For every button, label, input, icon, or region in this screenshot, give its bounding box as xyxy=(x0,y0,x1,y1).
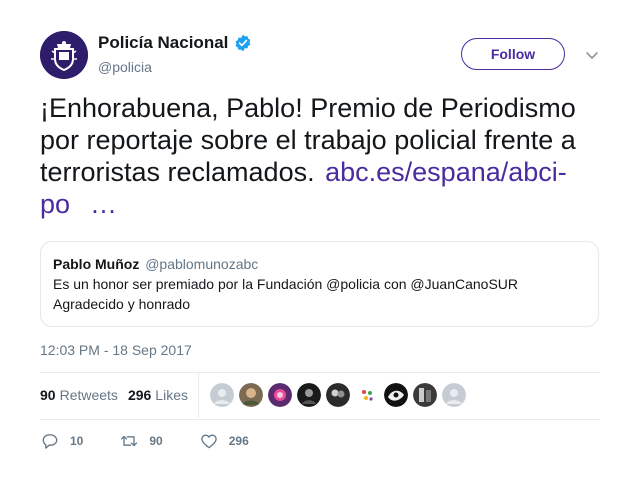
author-name-row: Policía Nacional xyxy=(98,33,252,53)
like-count: 296 xyxy=(228,434,249,448)
reply-action[interactable]: 10 xyxy=(40,431,83,451)
verified-badge-icon xyxy=(235,34,251,52)
quoted-author-name: Pablo Muñoz xyxy=(53,256,140,272)
like-action[interactable]: 296 xyxy=(199,431,249,451)
quoted-text-line: Agradecido y honrado xyxy=(53,296,190,312)
tweet-text: ¡Enhorabuena, Pablo! Premio de Periodism… xyxy=(40,92,610,220)
liker-avatar[interactable] xyxy=(413,383,437,407)
quoted-author-handle: @pablomunozabc xyxy=(145,256,259,272)
quoted-text-line: Es un honor ser premiado por la Fundació… xyxy=(53,276,519,292)
reply-count: 10 xyxy=(70,434,84,448)
liker-avatar[interactable] xyxy=(355,383,379,407)
liker-avatar[interactable] xyxy=(297,383,321,407)
retweet-count: 90 xyxy=(149,434,163,448)
likes-label[interactable]: Likes xyxy=(155,387,188,403)
quoted-tweet-header: Pablo Muñoz @pablomunozabc xyxy=(53,256,586,272)
author-avatar[interactable] xyxy=(40,31,88,79)
tweet-actions: 10 90 296 xyxy=(40,431,285,451)
police-crest-icon xyxy=(40,31,88,79)
liker-avatar[interactable] xyxy=(210,383,234,407)
tweet-link-ellipsis[interactable]: … xyxy=(90,189,117,219)
tweet-timestamp[interactable]: 12:03 PM - 18 Sep 2017 xyxy=(40,342,192,358)
retweets-count[interactable]: 90 xyxy=(40,387,56,403)
follow-button[interactable]: Follow xyxy=(461,38,565,70)
divider xyxy=(40,372,600,373)
retweet-icon xyxy=(121,435,138,447)
liker-avatar[interactable] xyxy=(239,383,263,407)
quoted-tweet[interactable]: Pablo Muñoz @pablomunozabc Es un honor s… xyxy=(40,241,599,327)
reply-icon xyxy=(42,434,58,449)
divider xyxy=(40,419,600,420)
liker-avatar[interactable] xyxy=(442,383,466,407)
likes-count[interactable]: 296 xyxy=(128,387,151,403)
author-handle[interactable]: @policia xyxy=(98,59,152,75)
heart-icon xyxy=(200,434,217,449)
liker-avatar[interactable] xyxy=(268,383,292,407)
quoted-tweet-text: Es un honor ser premiado por la Fundació… xyxy=(53,274,586,314)
author-display-name[interactable]: Policía Nacional xyxy=(98,33,228,53)
stats-divider xyxy=(198,372,199,418)
retweet-action[interactable]: 90 xyxy=(119,431,163,451)
engagement-stats: 90 Retweets 296 Likes xyxy=(40,387,188,403)
liker-avatar[interactable] xyxy=(326,383,350,407)
retweets-label[interactable]: Retweets xyxy=(60,387,118,403)
liker-avatar[interactable] xyxy=(384,383,408,407)
likers-avatars xyxy=(210,383,471,407)
chevron-down-icon[interactable] xyxy=(584,47,600,63)
